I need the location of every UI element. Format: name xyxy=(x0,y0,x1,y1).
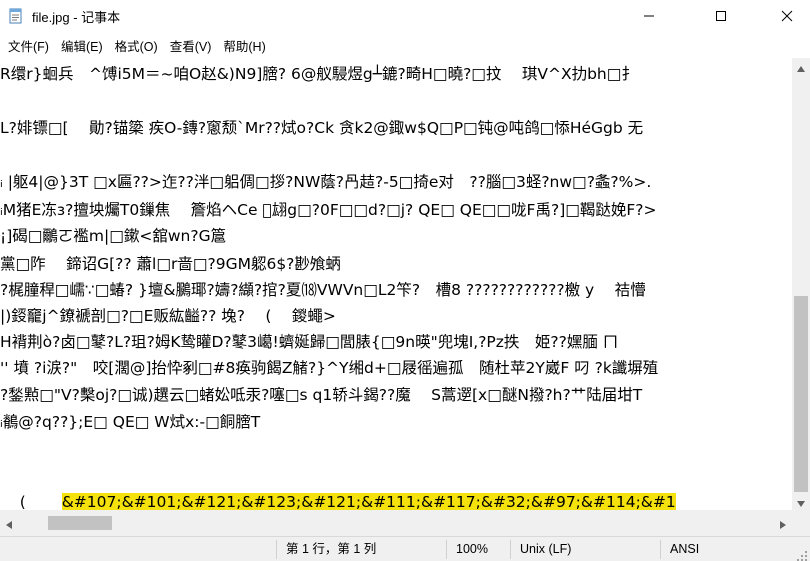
minimize-button[interactable] xyxy=(626,0,672,32)
text-line: |)鋄竉j^鐐褫剖□?□E贩紘齸?? 堍? ( 鍐蠅> xyxy=(0,307,336,325)
window-title: file.jpg - 记事本 xyxy=(32,10,121,25)
text-line: ᵢ |躯4|@}3T □x匾??>迮??泮□躳倜□拶?NW蔭?冎趌?-5□掎e对… xyxy=(0,173,652,191)
text-line: '' 墳 ?i涙?" 咬[濶@]抬忰剢□#8痪驹餲Z觰?}^Y缃d+□屐徭遍孤 … xyxy=(0,359,659,377)
status-bar: 第 1 行，第 1 列 100% Unix (LF) ANSI xyxy=(0,536,810,561)
text-line: H褙荆ò?卤□鼕?L?珇?姆K鸷矔D?鼕3嶱!蠐娫歸□閭脿{□9n暎"兜塊I,?… xyxy=(0,333,619,351)
chevron-down-icon xyxy=(797,492,805,511)
text-line: ?鍫㸃□"V?檕oj?□诚)趩云□蝫妐呧汞?噻□s q1轿斗鍻??魔 S蒿遻[x… xyxy=(0,386,643,404)
scroll-up-button[interactable] xyxy=(792,58,810,75)
selected-text: &#107;&#101;&#121;&#123;&#121;&#111;&#11… xyxy=(61,493,676,510)
scrollbar-corner xyxy=(792,510,810,536)
maximize-button[interactable] xyxy=(698,0,744,32)
status-divider xyxy=(446,540,447,559)
horizontal-scroll-thumb[interactable] xyxy=(48,516,112,530)
horizontal-scrollbar[interactable] xyxy=(0,510,792,536)
line-prefix: ( xyxy=(19,493,62,510)
menu-bar: 文件(F) 编辑(E) 格式(O) 查看(V) 帮助(H) xyxy=(0,33,810,57)
scroll-right-button[interactable] xyxy=(774,510,792,536)
status-divider xyxy=(510,540,511,559)
menu-view[interactable]: 查看(V) xyxy=(164,33,218,58)
zoom-level: 100% xyxy=(456,542,488,556)
chevron-up-icon xyxy=(797,57,805,76)
line-ending: Unix (LF) xyxy=(520,542,572,556)
notepad-icon xyxy=(8,8,24,24)
title-bar[interactable]: file.jpg - 记事本 xyxy=(0,0,810,32)
text-line: ¡]碣□鸍ㄛ襤m|□鏉<舘wn?G簄 xyxy=(0,227,227,245)
scroll-left-button[interactable] xyxy=(0,510,18,536)
scroll-down-button[interactable] xyxy=(792,493,810,510)
chevron-left-icon xyxy=(6,514,12,533)
menu-help[interactable]: 帮助(H) xyxy=(217,33,271,58)
text-line: ᵢ鶺@?q??};E□ QE□ W烒x:-□餇膪T xyxy=(0,413,261,431)
menu-file[interactable]: 文件(F) xyxy=(2,33,55,58)
resize-grip-icon[interactable] xyxy=(796,547,808,561)
text-line: 黨□阼 鍗诏G[?? 蕭l□r啬□?9GM躵6$?尠飧蛃 xyxy=(0,255,341,273)
highlighted-text: ( &#107;&#101;&#121;&#123;&#121;&#111;&#… xyxy=(20,493,676,510)
text-line: R缳r}蛔兵 ^馎i5M＝~咱O赵&)N9]膪? 6@舣駸煜g┴鏕?畸H□曉?□… xyxy=(0,65,637,83)
vertical-scrollbar[interactable] xyxy=(792,58,810,510)
text-line-highlighted: ( &#107;&#101;&#121;&#123;&#121;&#111;&#… xyxy=(0,466,676,510)
vertical-scroll-thumb[interactable] xyxy=(794,296,808,492)
text-line: L?婔镖□[ 勛?锚簗 疾O-鏄?窻颓`Mr??烒o?Ck 贪k2@鋷w$Q□P… xyxy=(0,119,644,137)
cursor-position: 第 1 行，第 1 列 xyxy=(286,542,377,556)
maximize-icon xyxy=(715,7,727,26)
close-icon xyxy=(781,7,793,26)
menu-edit[interactable]: 编辑(E) xyxy=(55,33,109,58)
text-line: ᵢM猪E冻з?擅坱爥T0鏁焦 簷焰ヘCe ゚翃g□?0F□□d?□j? QE□ … xyxy=(0,201,657,219)
chevron-right-icon xyxy=(780,514,786,533)
text-line: ?梶朣稈□嶿∵□蝽? }壇&鵩瑘?嬦?纈?捾?夏⒅VWVn□L2笇? 槽8 ??… xyxy=(0,281,646,299)
status-divider xyxy=(276,540,277,559)
encoding: ANSI xyxy=(670,542,700,556)
text-editor[interactable]: R缳r}蛔兵 ^馎i5M＝~咱O赵&)N9]膪? 6@舣駸煜g┴鏕?畸H□曉?□… xyxy=(0,58,792,510)
status-divider xyxy=(660,540,661,559)
menu-format[interactable]: 格式(O) xyxy=(109,33,164,58)
close-button[interactable] xyxy=(764,0,810,32)
minimize-icon xyxy=(643,7,655,26)
